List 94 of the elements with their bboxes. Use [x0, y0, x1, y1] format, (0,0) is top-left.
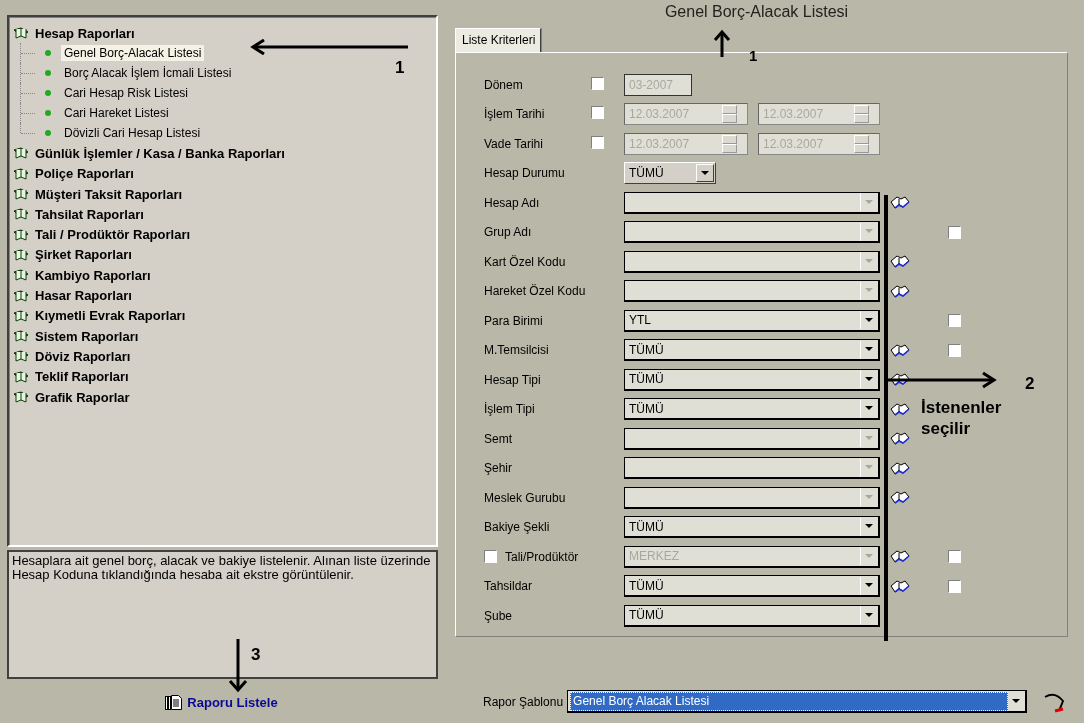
dropdown[interactable]: TÜMÜ [624, 575, 880, 598]
field-label: Hareket Özel Kodu [484, 284, 587, 299]
tree-item[interactable]: Cari Hareket Listesi [61, 105, 172, 122]
caret-icon[interactable] [701, 170, 709, 176]
book-icon[interactable] [13, 227, 29, 242]
field-label: Vade Tarihi [484, 136, 544, 151]
book-icon[interactable] [13, 329, 29, 344]
status-dropdown[interactable]: TÜMÜ [624, 162, 716, 185]
dropdown[interactable]: TÜMÜ [624, 516, 880, 539]
dropdown[interactable]: TÜMÜ [624, 604, 880, 627]
book-icon[interactable] [13, 390, 29, 404]
book-icon[interactable] [890, 373, 910, 387]
book-icon[interactable] [890, 402, 910, 416]
caret-icon[interactable] [865, 347, 873, 353]
arrow [228, 639, 248, 693]
tree-group[interactable]: Tali / Prodüktör Raporları [32, 226, 194, 244]
report-title: Genel Borç-Alacak Listesi [664, 3, 849, 22]
caret-icon[interactable] [865, 612, 873, 618]
tree-group[interactable]: Günlük İşlemler / Kasa / Banka Raporları [32, 144, 288, 162]
field-label: Tali/Prodüktör [505, 549, 579, 564]
dropdown[interactable]: TÜMÜ [624, 339, 880, 362]
bullet-icon [45, 130, 51, 137]
annotation-number: 1 [395, 58, 405, 78]
book-icon[interactable] [13, 349, 29, 364]
tree-group[interactable]: Döviz Raporları [32, 347, 134, 365]
book-icon[interactable] [13, 166, 29, 181]
bullet-icon [45, 50, 51, 57]
field-label: Hesap Adı [484, 195, 541, 210]
template-dropdown[interactable]: Genel Borç Alacak Listesi [567, 690, 1028, 713]
tree-group[interactable]: Şirket Raporları [32, 246, 135, 264]
dropdown[interactable]: TÜMÜ [624, 368, 880, 391]
field-label: Kart Özel Kodu [484, 254, 567, 269]
book-icon[interactable] [13, 288, 29, 303]
book-icon[interactable] [13, 247, 29, 262]
tree-group[interactable]: Tahsilat Raporları [32, 205, 147, 223]
list-report-button[interactable]: Raporu Listele [165, 695, 278, 710]
annotation-number: 2 [1025, 374, 1035, 394]
checkbox[interactable] [948, 343, 961, 357]
book-icon[interactable] [13, 146, 29, 161]
field-label: Para Birimi [484, 313, 544, 328]
annotation-number: 3 [251, 645, 261, 665]
caret-icon[interactable] [865, 583, 873, 589]
field-label: Tahsildar [484, 579, 534, 594]
tree-group[interactable]: Müşteri Taksit Raporları [32, 185, 186, 203]
book-icon[interactable] [13, 187, 29, 202]
field-label: Rapor Şablonu [483, 694, 564, 709]
field-label: İşlem Tarihi [484, 107, 546, 122]
checkbox[interactable] [948, 314, 961, 328]
book-icon[interactable] [13, 369, 29, 384]
field-label: Şube [484, 608, 514, 623]
tree-group[interactable]: Poliçe Raporları [32, 165, 137, 183]
dropdown[interactable]: TÜMÜ [624, 398, 880, 421]
book-icon[interactable] [13, 268, 29, 283]
tree-item[interactable]: Borç Alacak İşlem İcmali Listesi [61, 65, 235, 82]
tree-group[interactable]: Sistem Raporları [32, 327, 142, 345]
book-icon[interactable] [13, 26, 29, 41]
field-label: İşlem Tipi [484, 402, 536, 417]
tree-group[interactable]: Kambiyo Raporları [32, 266, 154, 284]
tree-item[interactable]: Cari Hesap Risk Listesi [61, 85, 192, 102]
field-label: Dönem [484, 77, 524, 92]
tree-item[interactable]: Genel Borç-Alacak Listesi [61, 45, 205, 62]
book-icon[interactable] [13, 207, 29, 222]
documents-icon [165, 695, 183, 710]
caret-icon[interactable] [865, 406, 873, 412]
caret-icon[interactable] [1012, 698, 1021, 704]
tree-item[interactable]: Dövizli Cari Hesap Listesi [61, 125, 204, 142]
field-label: M.Temsilcisi [484, 343, 550, 358]
annotation-note: İstenenler seçilir [921, 397, 1003, 439]
book-icon[interactable] [890, 343, 910, 357]
field-label: Semt [484, 431, 513, 446]
tree-group[interactable]: Hesap Raporları [32, 24, 138, 42]
field-label: Hesap Tipi [484, 372, 542, 387]
caret-icon[interactable] [865, 317, 873, 323]
bullet-icon [45, 110, 51, 117]
field-label: Grup Adı [484, 225, 533, 240]
caret-icon[interactable] [865, 524, 873, 530]
tree-group[interactable]: Grafik Raporlar [32, 388, 133, 406]
dropdown[interactable]: YTL [624, 309, 880, 332]
bullet-icon [45, 90, 51, 97]
book-icon[interactable] [13, 308, 29, 323]
field-label: Şehir [484, 461, 513, 476]
field-label: Hesap Durumu [484, 166, 566, 181]
tab[interactable]: Liste Kriterleri [455, 28, 542, 52]
tree-group[interactable]: Kıymetli Evrak Raporları [32, 307, 189, 325]
field-label: Meslek Gurubu [484, 490, 567, 505]
tree-group[interactable]: Hasar Raporları [32, 287, 135, 304]
checkbox[interactable] [948, 579, 961, 593]
arrow [713, 29, 731, 57]
annotation-number: 1 [749, 47, 758, 64]
bullet-icon [45, 70, 51, 77]
book-icon[interactable] [890, 579, 910, 593]
tree-group[interactable]: Teklif Raporları [32, 368, 132, 386]
field-label: Bakiye Şekli [484, 520, 551, 535]
caret-icon[interactable] [865, 376, 873, 382]
